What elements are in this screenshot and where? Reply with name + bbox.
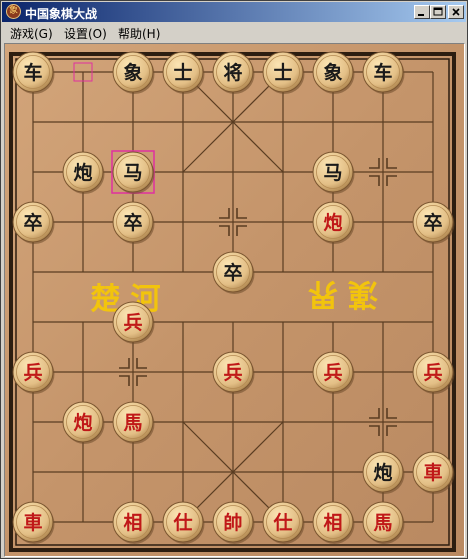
title-bar[interactable]: 象 中国象棋大战 <box>2 2 466 22</box>
close-button[interactable] <box>448 5 464 19</box>
piece-label: 炮 <box>73 411 92 434</box>
maximize-icon <box>433 7 443 16</box>
piece-label: 仕 <box>272 511 292 534</box>
piece-label: 兵 <box>123 312 142 334</box>
piece-label: 卒 <box>423 211 442 234</box>
river-right-text: 漢界 <box>298 276 378 311</box>
window-title: 中国象棋大战 <box>25 7 98 21</box>
menu-game[interactable]: 游戏(G) <box>10 25 53 42</box>
app-window: 象 中国象棋大战 游戏(G) 设置(O) 帮助(H) 楚河 漢界 车 象 士 将… <box>0 0 468 559</box>
piece-label: 炮 <box>323 211 342 234</box>
piece-label: 士 <box>173 62 192 84</box>
piece-label: 相 <box>323 512 342 534</box>
piece-label: 馬 <box>373 512 392 534</box>
minimize-button[interactable] <box>414 5 430 19</box>
board-area[interactable]: 楚河 漢界 车象士将士象车炮马马卒卒炮卒卒兵兵兵兵兵炮馬炮車車相仕帥仕相馬 <box>4 43 465 557</box>
piece-label: 相 <box>123 512 142 534</box>
maximize-button[interactable] <box>430 5 446 19</box>
piece-label: 車 <box>423 461 442 484</box>
piece-label: 象 <box>123 61 142 84</box>
piece-label: 車 <box>23 511 42 534</box>
close-icon <box>452 8 460 16</box>
piece-label: 兵 <box>423 362 442 384</box>
chess-board[interactable]: 楚河 漢界 车象士将士象车炮马马卒卒炮卒卒兵兵兵兵兵炮 馬炮 車車相仕帥仕相馬 <box>4 43 465 557</box>
app-icon[interactable]: 象 <box>6 4 21 19</box>
piece-label: 象 <box>323 61 342 84</box>
piece-label: 炮 <box>373 461 392 484</box>
piece-label: 仕 <box>172 511 192 534</box>
piece-label: 卒 <box>123 211 142 234</box>
menu-bar: 游戏(G) 设置(O) 帮助(H) <box>2 22 466 42</box>
piece-label: 帥 <box>223 511 242 534</box>
piece-label: 车 <box>373 61 392 84</box>
piece-label: 将 <box>223 61 242 84</box>
piece-label: 兵 <box>323 362 342 384</box>
menu-help[interactable]: 帮助(H) <box>118 25 160 42</box>
piece-label: 卒 <box>223 261 242 284</box>
minimize-icon <box>418 14 424 16</box>
piece-label: 馬 <box>123 412 142 434</box>
piece-label: 车 <box>23 61 42 84</box>
piece-label: 马 <box>323 162 342 184</box>
menu-settings[interactable]: 设置(O) <box>64 25 107 42</box>
piece-label: 马 <box>123 162 142 184</box>
piece-label: 卒 <box>23 211 42 234</box>
piece-label: 士 <box>273 62 292 84</box>
piece-label: 兵 <box>23 362 42 384</box>
piece-label: 炮 <box>73 161 92 184</box>
piece-label: 兵 <box>223 362 242 384</box>
